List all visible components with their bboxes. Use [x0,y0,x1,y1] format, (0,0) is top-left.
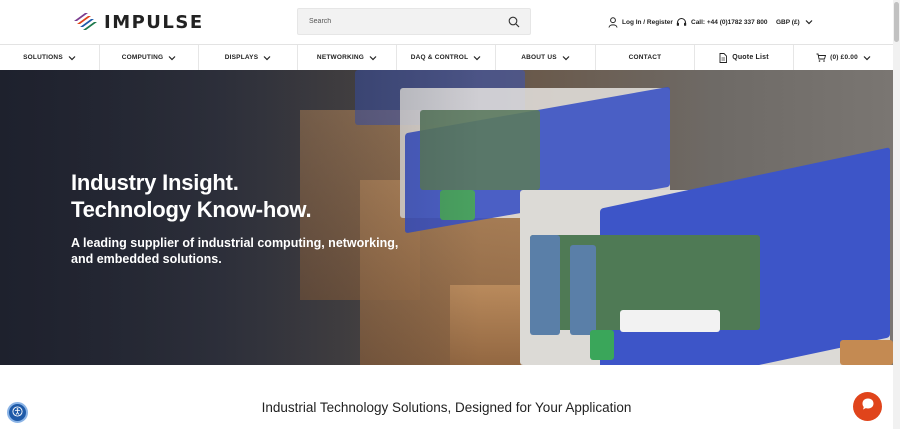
chat-icon [861,397,875,416]
login-link[interactable]: Log In / Register [608,15,673,29]
chevron-down-icon [68,55,76,61]
chevron-down-icon [805,19,813,25]
chevron-down-icon [168,55,176,61]
search-input[interactable] [298,9,498,34]
nav-item-computing[interactable]: COMPUTING [100,45,199,70]
impulse-logo[interactable]: IMPULSE [72,9,204,35]
site-header: IMPULSE Log In / Register Call: +44 (0)1… [0,0,893,44]
section-title: Industrial Technology Solutions, Designe… [261,400,632,415]
hero-banner: Industry Insight. Technology Know-how. A… [0,70,893,365]
chevron-down-icon [562,55,570,61]
hero-title-line1: Industry Insight. [71,170,239,195]
page-scrollbar[interactable] [893,0,900,429]
nav-item-label: DISPLAYS [224,54,259,61]
nav-item-label: SOLUTIONS [23,54,63,61]
document-icon [719,52,728,63]
nav-item-label: COMPUTING [121,54,164,61]
cart-total: (0) £0.00 [830,54,858,61]
currency-selector[interactable]: GBP (£) [776,15,813,29]
chevron-down-icon [473,55,481,61]
nav-item-contact[interactable]: CONTACT [596,45,695,70]
main-nav: SOLUTIONS COMPUTING DISPLAYS NETWORKING … [0,44,893,70]
chat-button[interactable] [853,392,882,421]
chevron-down-icon [369,55,377,61]
search-box [297,8,531,35]
login-label: Log In / Register [622,18,673,26]
accessibility-button[interactable] [7,402,28,423]
search-icon[interactable] [508,15,520,33]
nav-item-label: CONTACT [628,54,662,61]
nav-item-networking[interactable]: NETWORKING [298,45,397,70]
nav-item-solutions[interactable]: SOLUTIONS [0,45,100,70]
call-link[interactable]: Call: +44 (0)1782 337 800 [676,15,767,29]
hero-subtitle: A leading supplier of industrial computi… [71,236,399,266]
scrollbar-thumb[interactable] [894,2,899,42]
cart-icon [816,53,827,62]
user-icon [608,16,618,28]
nav-item-displays[interactable]: DISPLAYS [199,45,298,70]
nav-item-daq-control[interactable]: DAQ & CONTROL [397,45,496,70]
quote-list-label: Quote List [732,54,769,61]
headset-icon [676,17,687,28]
cart-link[interactable]: (0) £0.00 [794,45,893,70]
logo-mark-icon [72,11,100,33]
chevron-down-icon [863,55,871,61]
currency-label: GBP (£) [776,18,800,26]
logo-text: IMPULSE [104,11,204,33]
call-label: Call: +44 (0)1782 337 800 [691,18,768,26]
nav-item-label: ABOUT US [521,54,557,61]
hero-title: Industry Insight. Technology Know-how. [71,169,312,223]
nav-item-label: DAQ & CONTROL [410,54,469,61]
nav-item-about-us[interactable]: ABOUT US [496,45,596,70]
quote-list-link[interactable]: Quote List [695,45,794,70]
hero-title-line2: Technology Know-how. [71,197,312,222]
accessibility-icon [12,404,23,422]
nav-item-label: NETWORKING [316,54,365,61]
chevron-down-icon [263,55,271,61]
